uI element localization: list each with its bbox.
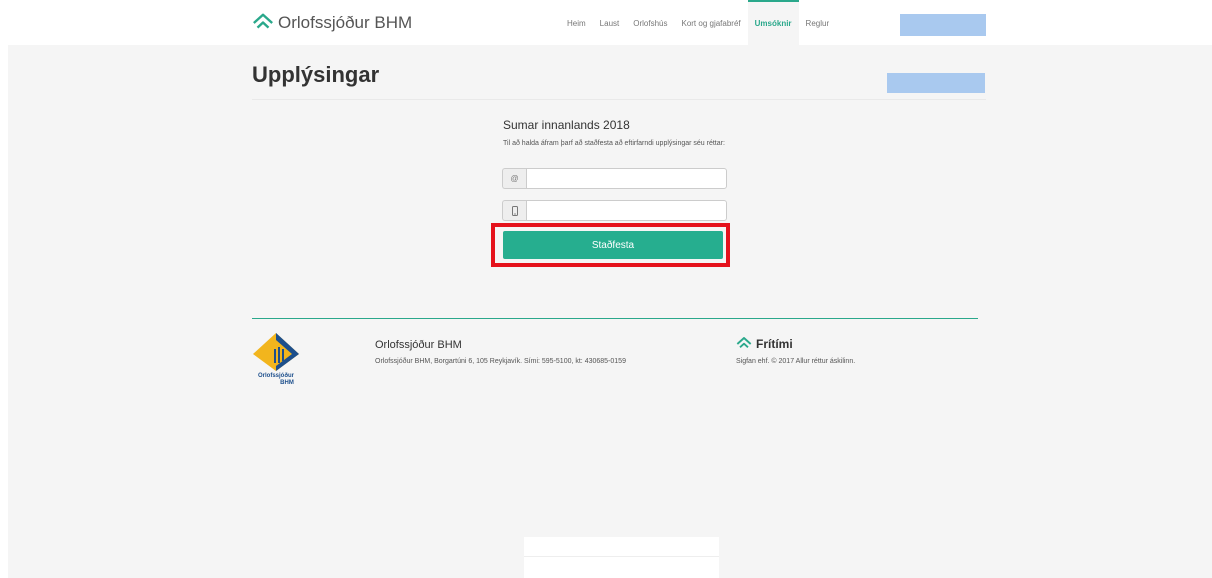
brand-logo[interactable]: Orlofssjóður BHM (252, 12, 412, 34)
nav-item-heim[interactable]: Heim (560, 0, 593, 45)
brand-name: Orlofssjóður BHM (278, 13, 413, 32)
footer-logo-text-line1: Orlofssjóður (257, 373, 294, 379)
bottom-panel (524, 537, 719, 578)
nav-item-laust[interactable]: Laust (593, 0, 627, 45)
footer-org-address: Orlofssjóður BHM, Borgartúni 6, 105 Reyk… (375, 358, 626, 365)
page-title: Upplýsingar (252, 62, 380, 87)
nav-item-kort-og-gjafabref[interactable]: Kort og gjafabréf (674, 0, 747, 45)
form-heading: Sumar innanlands 2018 (503, 118, 630, 132)
site-header: Orlofssjóður BHM Heim Laust Orlofshús Ko… (0, 0, 1212, 45)
partner-name: Frítími (756, 337, 793, 351)
footer-divider (252, 318, 978, 319)
confirm-button[interactable]: Staðfesta (503, 231, 723, 259)
main-nav: Heim Laust Orlofshús Kort og gjafabréf U… (560, 0, 836, 45)
partner-copyright: Sigfan ehf. © 2017 Allur réttur áskilinn… (736, 358, 856, 365)
partner-logo[interactable]: Frítími (736, 336, 793, 352)
phone-input[interactable] (526, 200, 727, 221)
nav-item-umsoknir[interactable]: Umsóknir (747, 0, 799, 45)
nav-item-orlofshus[interactable]: Orlofshús (626, 0, 674, 45)
title-divider (252, 99, 986, 100)
phone-input-group (502, 200, 727, 221)
mobile-phone-icon (502, 200, 526, 221)
footer-logo-text: Orlofssjóður BHM (250, 373, 302, 387)
home-roof-icon (736, 337, 752, 349)
email-input[interactable] (526, 168, 727, 189)
nav-item-reglur[interactable]: Reglur (799, 0, 837, 45)
footer-org-name: Orlofssjóður BHM (375, 339, 462, 351)
at-icon: @ (502, 168, 526, 189)
bottom-panel-divider (524, 556, 719, 557)
home-roof-icon (253, 13, 273, 29)
footer-logo-text-line2: BHM (280, 380, 294, 386)
form-help-text: Til að halda áfram þarf að staðfesta að … (503, 140, 725, 147)
footer-org-logo: Orlofssjóður BHM (250, 332, 302, 396)
email-input-group: @ (502, 168, 727, 189)
redacted-user-area[interactable] (900, 14, 986, 36)
org-emblem-icon (253, 333, 299, 371)
redacted-title-area (887, 73, 985, 93)
